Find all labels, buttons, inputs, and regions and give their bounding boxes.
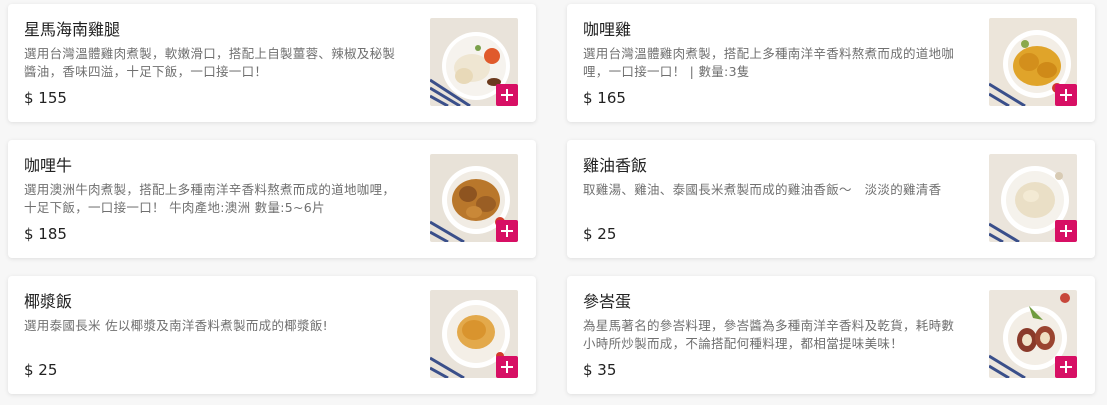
plus-icon	[1060, 225, 1072, 237]
add-to-cart-button[interactable]	[496, 84, 518, 106]
plus-icon	[501, 225, 513, 237]
menu-item-description: 選用台灣溫體雞肉煮製，搭配上多種南洋辛香料熬煮而成的道地咖哩，一口接一口！ | …	[583, 46, 955, 79]
menu-item-price: $ 155	[24, 89, 67, 107]
menu-item-card[interactable]: 雞油香飯 取雞湯、雞油、泰國長米煮製而成的雞油香飯～ 淡淡的雞清香 $ 25	[567, 140, 1095, 258]
plus-icon	[501, 89, 513, 101]
menu-item-card[interactable]: 咖哩雞 選用台灣溫體雞肉煮製，搭配上多種南洋辛香料熬煮而成的道地咖哩，一口接一口…	[567, 4, 1095, 122]
add-to-cart-button[interactable]	[1055, 356, 1077, 378]
add-to-cart-button[interactable]	[1055, 84, 1077, 106]
menu-item-price: $ 165	[583, 89, 626, 107]
menu-item-name: 雞油香飯	[583, 156, 648, 175]
menu-item-card[interactable]: 星馬海南雞腿 選用台灣溫體雞肉煮製，軟嫩滑口，搭配上自製薑蓉、辣椒及秘製醬油，香…	[8, 4, 536, 122]
menu-item-description: 選用澳洲牛肉煮製，搭配上多種南洋辛香料熬煮而成的道地咖哩，十足下飯，一口接一口！…	[24, 182, 396, 215]
menu-item-price: $ 25	[583, 225, 617, 243]
menu-item-name: 星馬海南雞腿	[24, 20, 121, 39]
menu-grid: 星馬海南雞腿 選用台灣溫體雞肉煮製，軟嫩滑口，搭配上自製薑蓉、辣椒及秘製醬油，香…	[0, 0, 1107, 405]
menu-item-card[interactable]: 椰漿飯 選用泰國長米 佐以椰漿及南洋香料煮製而成的椰漿飯! $ 25	[8, 276, 536, 394]
menu-item-name: 咖哩雞	[583, 20, 632, 39]
menu-item-name: 參峇蛋	[583, 292, 632, 311]
menu-item-name: 咖哩牛	[24, 156, 73, 175]
menu-item-description: 取雞湯、雞油、泰國長米煮製而成的雞油香飯～ 淡淡的雞清香	[583, 182, 942, 197]
menu-item-description: 為星馬著名的參峇料理，參峇醬為多種南洋辛香料及乾貨，耗時數小時所炒製而成，不論搭…	[583, 318, 955, 351]
menu-item-price: $ 35	[583, 361, 617, 379]
plus-icon	[1060, 361, 1072, 373]
add-to-cart-button[interactable]	[496, 356, 518, 378]
menu-item-description: 選用台灣溫體雞肉煮製，軟嫩滑口，搭配上自製薑蓉、辣椒及秘製醬油，香味四溢，十足下…	[24, 46, 396, 79]
add-to-cart-button[interactable]	[496, 220, 518, 242]
menu-item-card[interactable]: 參峇蛋 為星馬著名的參峇料理，參峇醬為多種南洋辛香料及乾貨，耗時數小時所炒製而成…	[567, 276, 1095, 394]
menu-item-card[interactable]: 咖哩牛 選用澳洲牛肉煮製，搭配上多種南洋辛香料熬煮而成的道地咖哩，十足下飯，一口…	[8, 140, 536, 258]
plus-icon	[501, 361, 513, 373]
menu-item-price: $ 185	[24, 225, 67, 243]
menu-item-description: 選用泰國長米 佐以椰漿及南洋香料煮製而成的椰漿飯!	[24, 318, 328, 333]
plus-icon	[1060, 89, 1072, 101]
menu-item-name: 椰漿飯	[24, 292, 73, 311]
menu-item-price: $ 25	[24, 361, 58, 379]
add-to-cart-button[interactable]	[1055, 220, 1077, 242]
